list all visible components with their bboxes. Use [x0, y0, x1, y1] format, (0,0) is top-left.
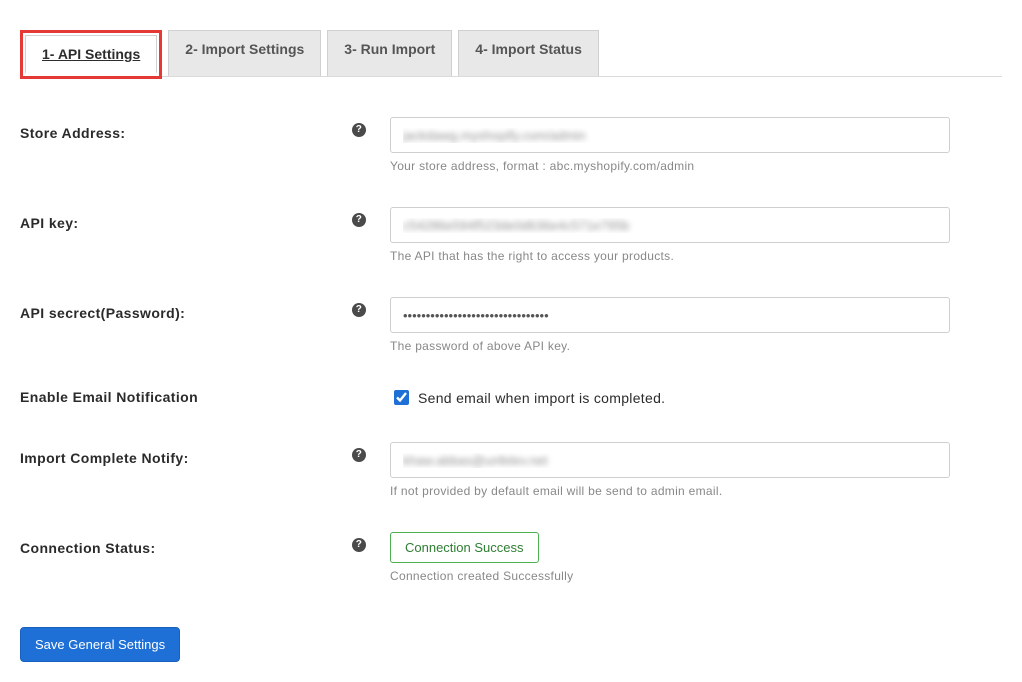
field-enable-email: Send email when import is completed.: [390, 387, 950, 408]
row-api-secret: API secrect(Password): ? The password of…: [20, 297, 1002, 353]
help-icon[interactable]: ?: [352, 123, 366, 137]
api-secret-input[interactable]: [390, 297, 950, 333]
label-connection-status: Connection Status: ?: [20, 532, 390, 556]
field-notify-email: If not provided by default email will be…: [390, 442, 950, 498]
label-api-secret-text: API secrect(Password):: [20, 305, 185, 321]
row-enable-email: Enable Email Notification Send email whe…: [20, 387, 1002, 408]
help-api-secret: The password of above API key.: [390, 339, 950, 353]
label-store-address-text: Store Address:: [20, 125, 125, 141]
enable-email-checkbox[interactable]: [394, 390, 409, 405]
label-api-key: API key: ?: [20, 207, 390, 231]
help-notify-email: If not provided by default email will be…: [390, 484, 950, 498]
tab-highlight-box: 1- API Settings: [20, 30, 162, 79]
help-icon[interactable]: ?: [352, 448, 366, 462]
checkbox-row-notify[interactable]: Send email when import is completed.: [390, 387, 950, 408]
tab-bar: 1- API Settings 2- Import Settings 3- Ru…: [20, 30, 1002, 77]
help-icon[interactable]: ?: [352, 538, 366, 552]
field-store-address: Your store address, format : abc.myshopi…: [390, 117, 950, 173]
tab-import-settings[interactable]: 2- Import Settings: [168, 30, 321, 76]
store-address-input[interactable]: [390, 117, 950, 153]
tab-import-status[interactable]: 4- Import Status: [458, 30, 599, 76]
help-icon[interactable]: ?: [352, 303, 366, 317]
status-badge: Connection Success: [390, 532, 539, 563]
tab-api-settings[interactable]: 1- API Settings: [25, 35, 157, 74]
label-connection-status-text: Connection Status:: [20, 540, 156, 556]
label-notify-email-text: Import Complete Notify:: [20, 450, 189, 466]
field-api-secret: The password of above API key.: [390, 297, 950, 353]
help-icon[interactable]: ?: [352, 213, 366, 227]
row-notify-email: Import Complete Notify: ? If not provide…: [20, 442, 1002, 498]
tab-run-import[interactable]: 3- Run Import: [327, 30, 452, 76]
help-api-key: The API that has the right to access you…: [390, 249, 950, 263]
label-enable-email: Enable Email Notification: [20, 387, 390, 405]
help-store-address: Your store address, format : abc.myshopi…: [390, 159, 950, 173]
notify-email-input[interactable]: [390, 442, 950, 478]
enable-email-checkbox-label: Send email when import is completed.: [418, 390, 665, 406]
row-store-address: Store Address: ? Your store address, for…: [20, 117, 1002, 173]
label-enable-email-text: Enable Email Notification: [20, 389, 198, 405]
field-api-key: The API that has the right to access you…: [390, 207, 950, 263]
status-text: Connection created Successfully: [390, 569, 950, 583]
label-notify-email: Import Complete Notify: ?: [20, 442, 390, 466]
row-api-key: API key: ? The API that has the right to…: [20, 207, 1002, 263]
row-connection-status: Connection Status: ? Connection Success …: [20, 532, 1002, 583]
label-store-address: Store Address: ?: [20, 117, 390, 141]
label-api-key-text: API key:: [20, 215, 78, 231]
api-key-input[interactable]: [390, 207, 950, 243]
save-button[interactable]: Save General Settings: [20, 627, 180, 662]
label-api-secret: API secrect(Password): ?: [20, 297, 390, 321]
field-connection-status: Connection Success Connection created Su…: [390, 532, 950, 583]
